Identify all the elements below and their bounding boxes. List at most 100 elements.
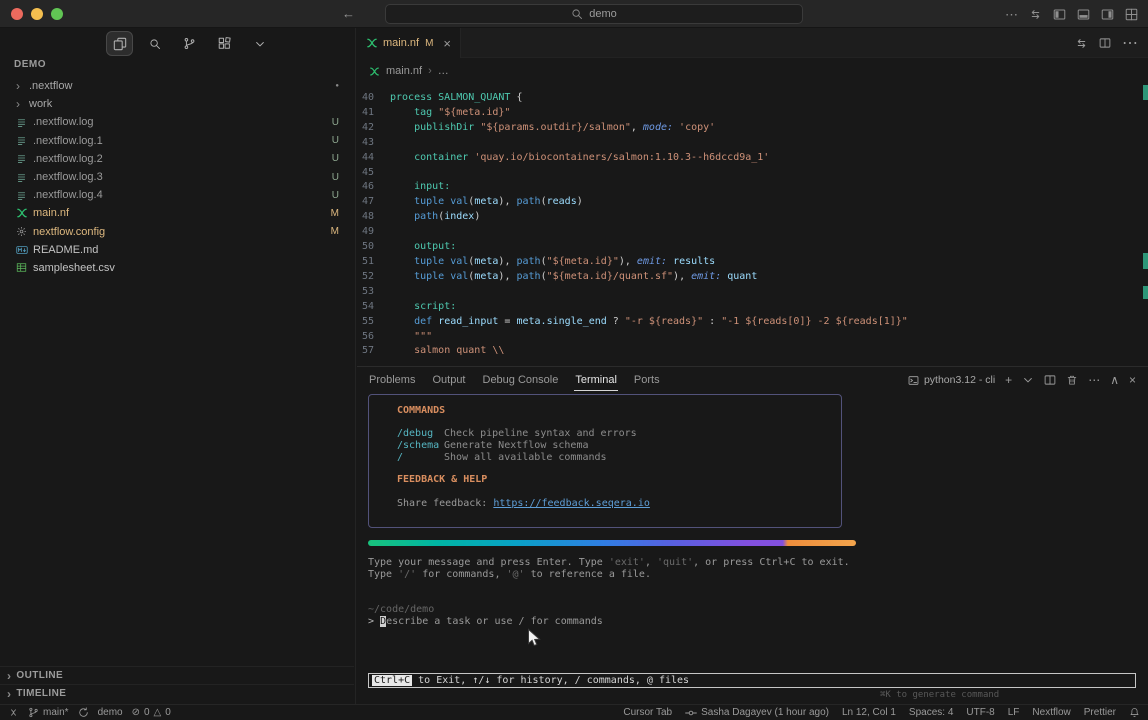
panel-more-actions-icon[interactable]: ⋯ (1088, 373, 1100, 387)
compare-changes-icon[interactable] (1075, 37, 1088, 50)
panel-tab-terminal[interactable]: Terminal (574, 369, 618, 391)
code-line-57[interactable]: 57 salmon quant \\ (357, 344, 1148, 359)
panel-tab-problems[interactable]: Problems (368, 369, 416, 391)
code-line-40[interactable]: 40process SALMON_QUANT { (357, 91, 1148, 106)
panel-tab-debug-console[interactable]: Debug Console (482, 369, 560, 391)
code-line-42[interactable]: 42 publishDir "${params.outdir}/salmon",… (357, 121, 1148, 136)
statusbar-nextflow[interactable]: Nextflow (1032, 707, 1070, 718)
file-item--nextflow-log-3[interactable]: .nextflow.log.3U (0, 168, 354, 186)
panel-tab-output[interactable]: Output (431, 369, 466, 391)
outline-section[interactable]: › OUTLINE (0, 666, 354, 684)
nextflow-icon (366, 37, 378, 49)
statusbar-utf-8[interactable]: UTF-8 (966, 707, 994, 718)
log-file-icon (16, 117, 29, 128)
line-number: 51 (357, 255, 390, 270)
sidebar-bottom-sections: › OUTLINE › TIMELINE (0, 666, 354, 702)
code-line-45[interactable]: 45 (357, 166, 1148, 181)
warning-icon: △ (154, 707, 162, 718)
explorer-view-icon[interactable] (106, 31, 133, 56)
more-views-chevron-icon[interactable] (246, 31, 273, 56)
panel-actions: python3.12 - cli + ⋯ ∧ × (908, 367, 1136, 393)
code-line-51[interactable]: 51 tuple val(meta), path("${meta.id}"), … (357, 255, 1148, 270)
code-line-50[interactable]: 50 output: (357, 240, 1148, 255)
file-item-samplesheet-csv[interactable]: samplesheet.csv (0, 259, 354, 277)
split-terminal-icon[interactable] (1044, 374, 1056, 386)
more-actions-icon[interactable]: ⋯ (1005, 8, 1018, 21)
command-center-search[interactable]: demo (385, 4, 803, 24)
code-line-49[interactable]: 49 (357, 225, 1148, 240)
code-line-52[interactable]: 52 tuple val(meta), path("${meta.id}/qua… (357, 270, 1148, 285)
close-window-button[interactable] (11, 8, 23, 20)
statusbar-branch[interactable]: main* (28, 707, 69, 718)
code-line-47[interactable]: 47 tuple val(meta), path(reads) (357, 195, 1148, 210)
kill-terminal-icon[interactable] (1066, 374, 1078, 386)
git-status-badge: U (332, 117, 339, 128)
code-line-48[interactable]: 48 path(index) (357, 210, 1148, 225)
navigate-back-icon[interactable]: ← (342, 6, 355, 22)
timeline-section[interactable]: › TIMELINE (0, 684, 354, 702)
notifications-bell[interactable] (1129, 707, 1140, 718)
breadcrumb[interactable]: main.nf › … (357, 58, 1148, 84)
bell-icon (1129, 707, 1140, 718)
feedback-link[interactable]: https://feedback.seqera.io (493, 498, 650, 509)
statusbar-ln-12-col-1[interactable]: Ln 12, Col 1 (842, 707, 896, 718)
code-line-41[interactable]: 41 tag "${meta.id}" (357, 106, 1148, 121)
remote-indicator[interactable] (8, 707, 19, 718)
file-item--nextflow-log-4[interactable]: .nextflow.log.4U (0, 186, 354, 204)
commands-header: COMMANDS (397, 405, 841, 417)
tab-main-nf[interactable]: main.nf M × (357, 28, 461, 58)
statusbar-project[interactable]: demo (98, 707, 123, 718)
statusbar-sync[interactable] (78, 707, 89, 718)
code-line-44[interactable]: 44 container 'quay.io/biocontainers/salm… (357, 151, 1148, 166)
line-number: 49 (357, 225, 390, 240)
editor-more-actions-icon[interactable]: ⋯ (1122, 33, 1138, 53)
close-tab-icon[interactable]: × (443, 36, 451, 51)
command-row: /schemaGenerate Nextflow schema (397, 440, 841, 452)
minimize-window-button[interactable] (31, 8, 43, 20)
toggle-primary-sidebar-icon[interactable] (1053, 8, 1066, 21)
file-item--nextflow-log-2[interactable]: .nextflow.log.2U (0, 150, 354, 168)
statusbar-sasha-dagayev-1-hour-ago-[interactable]: Sasha Dagayev (1 hour ago) (685, 707, 829, 719)
statusbar-cursor-tab[interactable]: Cursor Tab (623, 707, 672, 718)
toggle-secondary-sidebar-icon[interactable] (1101, 8, 1114, 21)
terminal-help-box: COMMANDS /debugCheck pipeline syntax and… (368, 394, 842, 528)
gear-icon (16, 226, 29, 237)
file-item-work[interactable]: ›work (0, 95, 354, 113)
split-editor-icon[interactable] (1099, 37, 1111, 49)
terminal-shell-selector[interactable]: python3.12 - cli (908, 374, 995, 386)
maximize-panel-icon[interactable]: ∧ (1110, 373, 1119, 387)
code-editor[interactable]: 40process SALMON_QUANT {41 tag "${meta.i… (357, 84, 1148, 366)
statusbar-spaces-4[interactable]: Spaces: 4 (909, 707, 953, 718)
extensions-view-icon[interactable] (211, 31, 238, 56)
explorer-project-header[interactable]: DEMO (14, 59, 46, 70)
terminal-prompt-input[interactable]: > Describe a task or use / for commands (368, 616, 603, 627)
code-line-54[interactable]: 54 script: (357, 300, 1148, 315)
command-description: Show all available commands (444, 452, 607, 464)
source-control-view-icon[interactable] (176, 31, 203, 56)
code-line-53[interactable]: 53 (357, 285, 1148, 300)
file-item-readme-md[interactable]: README.md (0, 241, 354, 259)
code-line-56[interactable]: 56 """ (357, 330, 1148, 345)
file-item--nextflow-log[interactable]: .nextflow.logU (0, 113, 354, 131)
fullscreen-window-button[interactable] (51, 8, 63, 20)
toggle-panel-icon[interactable] (1077, 8, 1090, 21)
compare-toggle-icon[interactable] (1029, 8, 1042, 21)
file-item--nextflow[interactable]: ›.nextflow● (0, 77, 354, 95)
statusbar-lf[interactable]: LF (1008, 707, 1020, 718)
panel-tab-ports[interactable]: Ports (633, 369, 661, 391)
code-line-55[interactable]: 55 def read_input = meta.single_end ? "-… (357, 315, 1148, 330)
code-line-43[interactable]: 43 (357, 136, 1148, 151)
statusbar-problems[interactable]: ⊘0 △0 (132, 707, 171, 718)
close-panel-icon[interactable]: × (1129, 373, 1136, 387)
code-line-46[interactable]: 46 input: (357, 180, 1148, 195)
search-view-icon[interactable] (141, 31, 168, 56)
explorer-sidebar: DEMO ›.nextflow●›work.nextflow.logU.next… (0, 28, 356, 704)
statusbar-prettier[interactable]: Prettier (1084, 707, 1116, 718)
new-terminal-button[interactable]: + (1005, 373, 1012, 387)
bottom-panel: Problems Output Debug Console Terminal Ports… (357, 366, 1148, 704)
customize-layout-icon[interactable] (1125, 8, 1138, 21)
file-item-main-nf[interactable]: main.nfM (0, 204, 354, 222)
file-item-nextflow-config[interactable]: nextflow.configM (0, 223, 354, 241)
file-item--nextflow-log-1[interactable]: .nextflow.log.1U (0, 132, 354, 150)
terminal-profile-chevron-icon[interactable] (1022, 374, 1034, 386)
